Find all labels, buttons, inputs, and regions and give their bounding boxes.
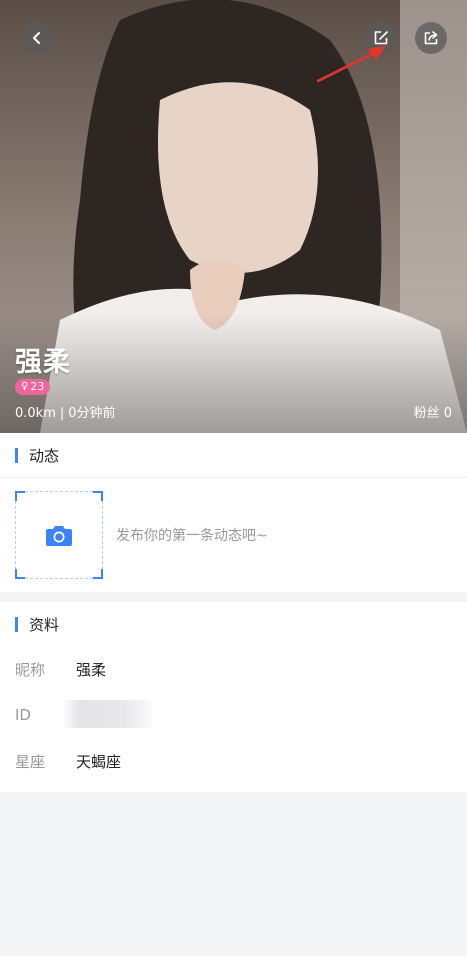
- info-row-id: ID: [0, 692, 467, 738]
- corner-mark: [93, 491, 103, 501]
- info-title: 资料: [29, 615, 60, 634]
- back-button[interactable]: [21, 22, 53, 54]
- corner-mark: [93, 569, 103, 579]
- moments-empty-hint: 发布你的第一条动态吧~: [116, 528, 268, 544]
- camera-icon: [46, 526, 72, 546]
- post-moment-button[interactable]: [15, 491, 103, 579]
- distance: 0.0km: [15, 406, 56, 421]
- meta-separator: |: [59, 406, 65, 421]
- corner-mark: [15, 491, 25, 501]
- profile-name: 强柔: [15, 347, 71, 378]
- chevron-left-icon: [33, 32, 40, 44]
- info-row-nickname: 昵称 强柔: [0, 646, 467, 692]
- age-badge: ♀ 23: [15, 379, 51, 395]
- nickname-label: 昵称: [15, 660, 46, 679]
- last-active: 0分钟前: [68, 406, 116, 421]
- info-row-zodiac: 星座 天蝎座: [0, 738, 467, 784]
- fans-count[interactable]: 粉丝 0: [414, 402, 452, 421]
- section-gap: [0, 592, 467, 602]
- distance-time: 0.0km | 0分钟前: [15, 402, 116, 421]
- share-icon: [424, 31, 438, 45]
- zodiac-value: 天蝎座: [76, 752, 122, 771]
- moments-header: 动态: [0, 433, 467, 477]
- moments-section: 动态 发布你的第一条动态吧~: [0, 433, 467, 592]
- female-icon: ♀: [21, 381, 29, 392]
- age-value: 23: [30, 380, 45, 393]
- section-accent-bar: [15, 447, 18, 463]
- nickname-value: 强柔: [76, 660, 107, 679]
- id-value-redacted: [62, 700, 166, 730]
- profile-header: 强柔 ♀ 23 0.0km | 0分钟前 粉丝 0: [0, 0, 467, 433]
- annotation-arrow: [316, 46, 386, 83]
- zodiac-label: 星座: [15, 752, 46, 771]
- redaction-blur: [62, 700, 152, 728]
- corner-mark: [15, 569, 25, 579]
- info-header: 资料: [0, 602, 467, 646]
- section-accent-bar: [15, 616, 18, 632]
- moments-title: 动态: [29, 446, 60, 465]
- info-section: 资料 昵称 强柔 ID 星座 天蝎座: [0, 602, 467, 792]
- share-button[interactable]: [415, 22, 447, 54]
- moments-empty: 发布你的第一条动态吧~: [0, 478, 467, 592]
